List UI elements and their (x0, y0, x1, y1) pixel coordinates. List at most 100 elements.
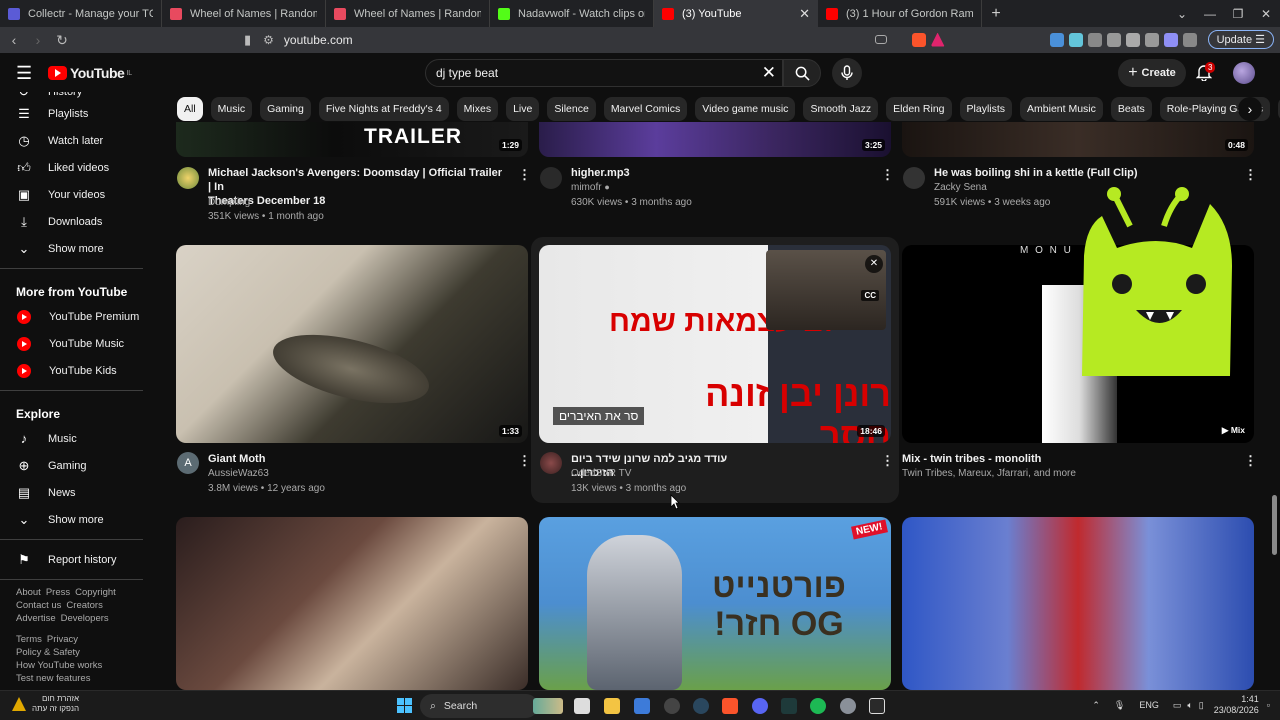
video-thumbnail[interactable]: יום עצמאות שמח רונן יבן זונה חסר סר את ה… (539, 245, 891, 443)
chip[interactable]: Marvel Comics (603, 97, 688, 121)
skull-trooper-figure (587, 535, 682, 690)
file-explorer-icon[interactable] (604, 698, 620, 714)
clear-search-icon[interactable]: ✕ (762, 63, 776, 83)
search-icon: ⌕ (430, 699, 436, 712)
region-code: IL (126, 69, 133, 77)
chip[interactable]: Mixes (456, 97, 499, 121)
video-thumbnail[interactable] (902, 517, 1254, 690)
chevron-up-icon[interactable]: ⌃ (1092, 700, 1100, 711)
spotify-icon[interactable] (810, 698, 826, 714)
steam-icon[interactable] (693, 698, 709, 714)
channel-name[interactable]: Twin Tribes, Mareux, Jfarrari, and more (902, 468, 1076, 479)
thumbnail-subtitle: סר את האיברים (553, 407, 645, 425)
system-tray: ⌃ 🎙︎ ENG ▭ 🔈︎ ▯ 1:41 23/08/2026 ▫ (1092, 694, 1270, 716)
close-icon[interactable]: ✕ (865, 255, 883, 273)
channel-avatar[interactable] (903, 167, 925, 189)
taskbar-search[interactable]: ⌕ Search (420, 694, 538, 718)
chevron-right-icon[interactable]: › (1238, 97, 1262, 121)
chip[interactable]: Ambient Music (1020, 97, 1103, 121)
video-thumbnail[interactable]: 1:33 (176, 245, 528, 443)
account-avatar[interactable] (1233, 62, 1255, 84)
youtube-header: ☰ YouTube IL ✕ +Create 3 (0, 53, 1280, 92)
channel-name[interactable]: AussieWaz63 (208, 468, 269, 479)
more-options-icon[interactable]: ⋮ (518, 453, 531, 469)
notification-badge: 3 (1205, 62, 1216, 73)
obs-icon[interactable] (664, 698, 680, 714)
chip[interactable]: Beats (1110, 97, 1152, 121)
youtube-play-icon (48, 66, 67, 80)
more-options-icon[interactable]: ⋮ (881, 167, 894, 183)
channel-name[interactable]: OdedSVR TV (571, 468, 631, 479)
video-title[interactable]: higher.mp3 (571, 166, 630, 180)
channel-avatar[interactable] (540, 167, 562, 189)
chip[interactable]: Silence (547, 97, 596, 121)
settings-icon[interactable] (840, 698, 856, 714)
discord-icon[interactable] (752, 698, 768, 714)
widget-icon[interactable] (533, 698, 563, 714)
video-title[interactable]: Giant Moth (208, 452, 265, 466)
more-options-icon[interactable]: ⋮ (1244, 453, 1257, 469)
channel-name[interactable]: Zacky Sena (934, 182, 987, 193)
plus-icon: + (1128, 64, 1138, 81)
duration-badge: 1:33 (498, 425, 522, 437)
duration-badge: 1:29 (498, 139, 522, 151)
channel-name[interactable]: mimofr ● (571, 182, 610, 193)
voice-search-button[interactable] (832, 58, 862, 88)
duration-badge: 18:46 (857, 425, 885, 437)
chip[interactable]: Video game music (695, 97, 796, 121)
more-options-icon[interactable]: ⋮ (1244, 167, 1257, 183)
channel-avatar[interactable]: A (177, 452, 199, 474)
battery-icon[interactable]: ▯ (1199, 700, 1204, 711)
youtube-logo[interactable]: YouTube IL (48, 65, 132, 81)
language-indicator[interactable]: ENG (1139, 700, 1159, 710)
thumbnail-text: TRAILER (364, 125, 462, 148)
chip[interactable]: Elden Ring (886, 97, 952, 121)
task-view-icon[interactable] (574, 698, 590, 714)
epic-games-icon[interactable] (869, 698, 885, 714)
more-options-icon[interactable]: ⋮ (518, 167, 531, 183)
video-meta: 351K views • 1 month ago (208, 211, 324, 222)
duration-badge: 3:25 (861, 139, 885, 151)
video-thumbnail[interactable] (176, 517, 528, 690)
app-icon[interactable] (634, 698, 650, 714)
search-box: ✕ (425, 59, 783, 87)
moth-shape (266, 321, 436, 417)
volume-icon[interactable]: 🔈︎ (1187, 700, 1192, 711)
video-thumbnail[interactable]: פורטנייט OG חזר! NEW! (539, 517, 891, 690)
chip[interactable]: Live (506, 97, 540, 121)
microphone-icon[interactable]: 🎙︎ (1114, 700, 1125, 711)
wifi-icon[interactable]: ▭ (1173, 700, 1182, 711)
windows-start-icon[interactable] (397, 698, 412, 713)
search-icon (795, 66, 810, 81)
search-input[interactable] (426, 66, 746, 80)
windows-taskbar: אזהרת חום הנפקו זה עתה ⌕ Search ⌃ 🎙︎ ENG ▭… (0, 690, 1280, 720)
video-meta: 13K views • 3 months ago (571, 483, 687, 494)
chip[interactable]: Gaming (260, 97, 311, 121)
chip-all[interactable]: All (177, 97, 203, 121)
weather-widget[interactable]: אזהרת חום הנפקו זה עתה (12, 694, 79, 714)
more-options-icon[interactable]: ⋮ (881, 453, 894, 469)
channel-avatar[interactable] (177, 167, 199, 189)
create-button[interactable]: + Create (1118, 59, 1186, 87)
terminal-icon[interactable] (781, 698, 797, 714)
chip[interactable]: Playlists (959, 97, 1013, 121)
warning-icon (12, 697, 26, 711)
video-meta: 591K views • 3 weeks ago (934, 197, 1051, 208)
clock[interactable]: 1:41 23/08/2026 (1214, 694, 1259, 716)
brave-icon[interactable] (722, 698, 738, 714)
video-title[interactable]: Michael Jackson's Avengers: Doomsday | O… (208, 166, 508, 208)
channel-name[interactable]: Dumpling (208, 197, 250, 208)
chip[interactable]: Five Nights at Freddy's 4 (318, 97, 449, 121)
video-title[interactable]: He was boiling shi in a kettle (Full Cli… (934, 166, 1138, 180)
duration-badge: 0:48 (1224, 139, 1248, 151)
green-alien-sticker (1082, 187, 1232, 376)
hamburger-menu-icon[interactable]: ☰ (16, 63, 32, 84)
video-title[interactable]: Mix - twin tribes - monolith (902, 452, 1041, 466)
chip[interactable]: Music (210, 97, 253, 121)
search-button[interactable] (783, 59, 821, 87)
notifications-icon[interactable]: ▫ (1267, 700, 1270, 710)
captions-badge: CC (861, 290, 879, 301)
page-scrollbar[interactable] (1272, 495, 1277, 555)
channel-avatar[interactable] (540, 452, 562, 474)
chip[interactable]: Smooth Jazz (803, 97, 879, 121)
